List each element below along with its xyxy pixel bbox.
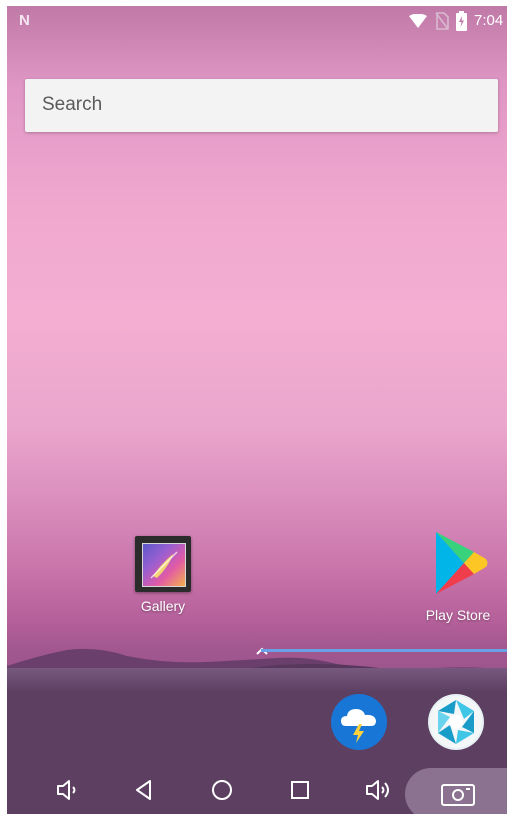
app-camera[interactable] (428, 694, 484, 750)
dock-sheen (7, 668, 507, 692)
app-play-store[interactable]: Play Store (417, 530, 499, 623)
back-icon (136, 780, 151, 800)
search-bar[interactable]: Search (25, 79, 498, 132)
clock: 7:04 (474, 12, 504, 29)
app-gallery[interactable]: Gallery (123, 536, 203, 614)
search-placeholder: Search (42, 94, 103, 115)
status-bar: N 7:04 (7, 6, 507, 36)
home-button[interactable] (206, 774, 238, 806)
screenshot-button[interactable] (405, 768, 507, 814)
recents-button[interactable] (284, 774, 316, 806)
swipe-indicator-line (261, 649, 507, 652)
back-button[interactable] (128, 774, 160, 806)
app-weather[interactable] (331, 694, 387, 750)
home-screen: N 7:04 Search Gallery Play Store (7, 6, 507, 814)
gallery-image (142, 543, 186, 587)
gallery-icon (135, 536, 191, 592)
weather-cloud-bolt-icon (341, 709, 376, 743)
no-sim-icon (435, 12, 449, 30)
volume-down-button[interactable] (52, 774, 84, 806)
recents-icon (291, 781, 309, 799)
wifi-icon (409, 14, 427, 28)
app-label-play-store: Play Store (425, 607, 491, 623)
screenshot-icon (441, 784, 475, 806)
volume-up-button[interactable] (362, 774, 394, 806)
play-store-icon (436, 532, 488, 594)
battery-charging-icon (456, 11, 467, 31)
home-icon (212, 780, 232, 800)
notification-logo: N (19, 12, 30, 29)
gallery-flower-icon (150, 551, 178, 579)
volume-up-icon (366, 780, 389, 800)
volume-down-icon (57, 780, 76, 800)
camera-aperture-icon (430, 696, 482, 748)
app-label-gallery: Gallery (140, 598, 186, 614)
